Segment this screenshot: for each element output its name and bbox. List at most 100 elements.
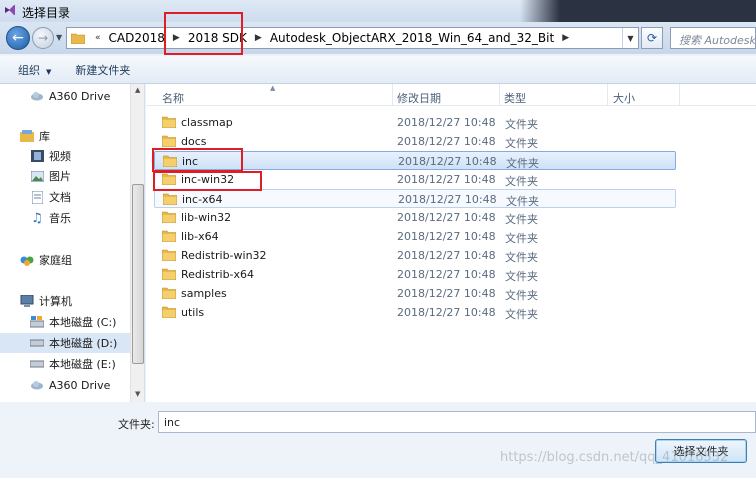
system-drive-icon <box>30 315 44 329</box>
nav-item-label: A360 Drive <box>49 89 111 103</box>
recent-locations-button[interactable]: ▼ <box>56 33 62 42</box>
back-button[interactable]: ← <box>6 26 30 50</box>
file-row[interactable]: lib-x64 2018/12/27 10:48 文件夹 <box>154 227 676 246</box>
new-folder-button[interactable]: 新建文件夹 <box>75 62 130 78</box>
nav-item-a360-drive-2[interactable]: A360 Drive <box>30 375 144 395</box>
file-type: 文件夹 <box>505 251 538 264</box>
file-name: classmap <box>181 116 233 129</box>
column-divider[interactable] <box>679 84 680 106</box>
nav-item-a360-drive[interactable]: A360 Drive <box>30 86 144 106</box>
library-icon <box>20 129 34 143</box>
folder-icon <box>162 135 176 147</box>
file-type: 文件夹 <box>505 137 538 150</box>
nav-item-label: A360 Drive <box>49 378 111 392</box>
scroll-down-icon[interactable]: ▼ <box>135 390 140 398</box>
homegroup-icon <box>20 253 34 267</box>
file-row[interactable]: inc-x64 2018/12/27 10:48 文件夹 <box>154 189 676 208</box>
search-input[interactable]: 搜索 Autodesk... <box>670 27 756 49</box>
nav-item-drive-c[interactable]: 本地磁盘 (C:) <box>30 312 144 332</box>
nav-item-label: 本地磁盘 (E:) <box>49 358 116 371</box>
address-bar[interactable]: « CAD2018 ▶ 2018 SDK ▶ Autodesk_ObjectAR… <box>66 27 639 49</box>
file-list-pane: ▲ 名称 修改日期 类型 大小 classmap 2018/12/27 10:48… <box>146 84 756 402</box>
folder-icon <box>162 287 176 299</box>
picture-icon <box>30 169 44 183</box>
file-row[interactable]: Redistrib-win32 2018/12/27 10:48 文件夹 <box>154 246 676 265</box>
nav-scrollbar[interactable]: ▲ ▼ <box>130 84 144 402</box>
watermark: https://blog.csdn.net/qq_41016532 <box>500 450 729 465</box>
file-modified-date: 2018/12/27 10:48 <box>398 193 497 206</box>
chevron-right-icon[interactable]: ▶ <box>255 33 262 43</box>
file-type: 文件夹 <box>506 157 539 170</box>
file-row[interactable]: utils 2018/12/27 10:48 文件夹 <box>154 303 676 322</box>
title-bar: 选择目录 <box>0 0 756 22</box>
file-modified-date: 2018/12/27 10:48 <box>397 173 496 186</box>
nav-item-documents[interactable]: 文档 <box>30 187 144 207</box>
refresh-icon: ⟳ <box>646 31 658 45</box>
file-modified-date: 2018/12/27 10:48 <box>397 135 496 148</box>
nav-item-pictures[interactable]: 图片 <box>30 166 144 186</box>
organize-label: 组织 <box>18 63 40 77</box>
overflow-chevron[interactable]: « <box>95 33 101 43</box>
column-header-type[interactable]: 类型 <box>504 90 526 106</box>
nav-item-drive-d[interactable]: 本地磁盘 (D:) <box>0 333 130 353</box>
file-type: 文件夹 <box>505 213 538 226</box>
address-row: ← → ▼ « CAD2018 ▶ 2018 SDK ▶ Autodesk_Ob… <box>0 22 756 54</box>
file-name: lib-win32 <box>181 211 232 224</box>
nav-item-label: 家庭组 <box>39 254 72 267</box>
file-name: inc-x64 <box>182 193 223 206</box>
video-icon <box>30 149 44 163</box>
breadcrumb-cad2018[interactable]: CAD2018 <box>107 31 167 45</box>
file-modified-date: 2018/12/27 10:48 <box>397 116 496 129</box>
file-row[interactable]: Redistrib-x64 2018/12/27 10:48 文件夹 <box>154 265 676 284</box>
column-header-date[interactable]: 修改日期 <box>397 90 441 106</box>
nav-item-drive-e[interactable]: 本地磁盘 (E:) <box>30 354 144 374</box>
folder-field-label: 文件夹: <box>118 418 155 431</box>
chevron-right-icon[interactable]: ▶ <box>562 33 569 43</box>
file-type: 文件夹 <box>505 232 538 245</box>
column-header-row: ▲ 名称 修改日期 类型 大小 <box>146 84 756 106</box>
file-type: 文件夹 <box>505 289 538 302</box>
chevron-down-icon: ▼ <box>46 67 52 76</box>
column-divider[interactable] <box>499 84 500 106</box>
column-header-name[interactable]: 名称 <box>162 90 184 106</box>
file-row[interactable]: classmap 2018/12/27 10:48 文件夹 <box>154 113 676 132</box>
column-header-size[interactable]: 大小 <box>613 90 635 106</box>
column-divider[interactable] <box>607 84 608 106</box>
file-name: utils <box>181 306 205 319</box>
window-title: 选择目录 <box>22 6 71 20</box>
breadcrumb-objectarx[interactable]: Autodesk_ObjectARX_2018_Win_64_and_32_Bi… <box>268 31 556 45</box>
refresh-button[interactable]: ⟳ <box>641 27 663 49</box>
file-type: 文件夹 <box>506 195 539 208</box>
file-row[interactable]: samples 2018/12/27 10:48 文件夹 <box>154 284 676 303</box>
arrow-right-icon: → <box>37 31 49 45</box>
sort-ascending-icon: ▲ <box>270 84 276 92</box>
nav-item-videos[interactable]: 视频 <box>30 146 144 166</box>
scroll-up-icon[interactable]: ▲ <box>135 86 140 94</box>
nav-item-homegroup[interactable]: 家庭组 <box>20 250 144 270</box>
folder-icon <box>162 116 176 128</box>
folder-icon <box>162 211 176 223</box>
folder-name-input[interactable]: inc <box>158 411 756 433</box>
column-divider[interactable] <box>392 84 393 106</box>
toolbar: 组织 ▼ 新建文件夹 <box>0 56 756 84</box>
organize-button[interactable]: 组织 ▼ <box>18 62 51 78</box>
nav-item-label: 本地磁盘 (D:) <box>49 337 118 350</box>
nav-item-label: 本地磁盘 (C:) <box>49 316 117 329</box>
file-row[interactable]: lib-win32 2018/12/27 10:48 文件夹 <box>154 208 676 227</box>
forward-button[interactable]: → <box>32 27 54 49</box>
nav-item-label: 音乐 <box>49 212 71 225</box>
visual-studio-icon <box>5 5 15 15</box>
cloud-icon <box>30 89 44 103</box>
folder-icon <box>162 306 176 318</box>
file-modified-date: 2018/12/27 10:48 <box>397 268 496 281</box>
file-type: 文件夹 <box>505 270 538 283</box>
scrollbar-thumb[interactable] <box>132 184 144 364</box>
folder-icon <box>162 249 176 261</box>
file-modified-date: 2018/12/27 10:48 <box>397 230 496 243</box>
nav-item-label: 图片 <box>49 170 71 183</box>
navigation-pane: A360 Drive 库 视频 图片 文档 ♫ 音乐 家庭组 计算机 本地磁盘 … <box>0 84 145 402</box>
nav-item-library[interactable]: 库 <box>20 126 144 146</box>
nav-item-computer[interactable]: 计算机 <box>20 291 144 311</box>
nav-item-music[interactable]: ♫ 音乐 <box>30 208 144 228</box>
address-dropdown-button[interactable]: ▼ <box>622 28 638 48</box>
